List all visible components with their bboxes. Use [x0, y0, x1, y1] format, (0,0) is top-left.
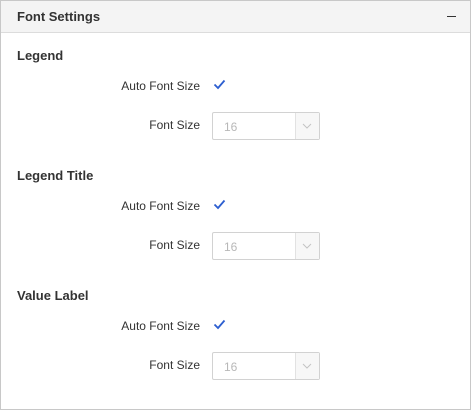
font-settings-panel: Font Settings Legend Auto Font Size Font… [0, 0, 471, 410]
font-size-value: 16 [224, 120, 238, 134]
font-size-value: 16 [224, 360, 238, 374]
auto-font-size-label: Auto Font Size [121, 199, 200, 213]
chevron-down-icon [302, 243, 312, 249]
checkmark-icon [213, 199, 226, 210]
checkmark-icon [213, 319, 226, 330]
section-title: Legend Title [17, 168, 94, 183]
font-size-label: Font Size [149, 118, 200, 132]
panel-header[interactable]: Font Settings [1, 1, 470, 33]
auto-font-size-checkbox[interactable] [213, 198, 226, 211]
font-size-label: Font Size [149, 238, 200, 252]
font-size-numeric-input[interactable]: 16 [212, 232, 320, 260]
font-size-numeric-input[interactable]: 16 [212, 112, 320, 140]
section-title: Legend [17, 48, 64, 63]
auto-font-size-label: Auto Font Size [121, 79, 200, 93]
spin-button[interactable] [295, 353, 319, 379]
spin-button[interactable] [295, 113, 319, 139]
auto-font-size-checkbox[interactable] [213, 318, 226, 331]
font-size-label: Font Size [149, 358, 200, 372]
section-title: Value Label [17, 288, 89, 303]
auto-font-size-checkbox[interactable] [213, 78, 226, 91]
minus-icon[interactable] [447, 16, 456, 17]
chevron-down-icon [302, 363, 312, 369]
panel-title: Font Settings [17, 9, 101, 24]
spin-button[interactable] [295, 233, 319, 259]
chevron-down-icon [302, 123, 312, 129]
checkmark-icon [213, 79, 226, 90]
auto-font-size-label: Auto Font Size [121, 319, 200, 333]
font-size-numeric-input[interactable]: 16 [212, 352, 320, 380]
font-size-value: 16 [224, 240, 238, 254]
